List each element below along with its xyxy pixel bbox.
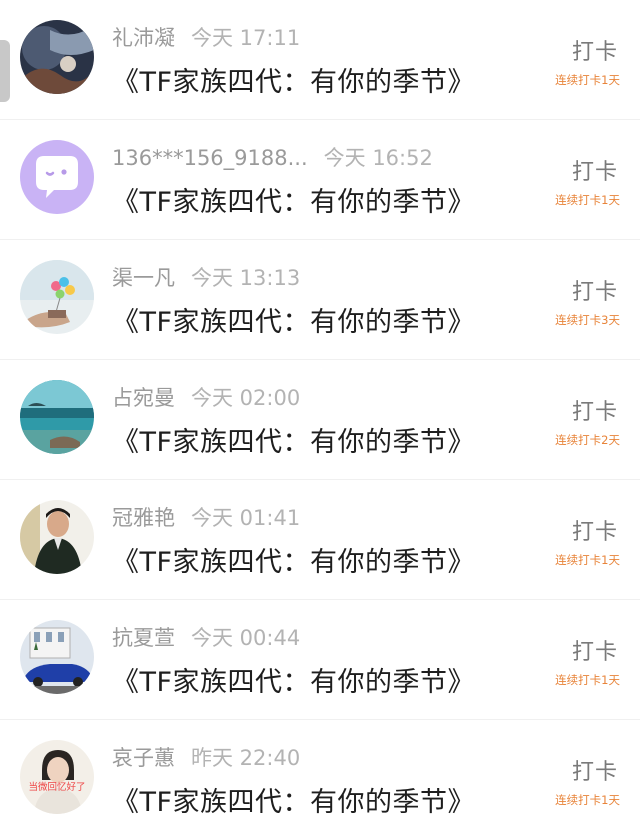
book-title[interactable]: 《TF家族四代：有你的季节》 [112, 660, 475, 699]
avatar[interactable] [20, 140, 94, 214]
book-title[interactable]: 《TF家族四代：有你的季节》 [112, 780, 475, 819]
chat-bubble-icon [20, 140, 94, 214]
user-name[interactable]: 渠一凡 [112, 266, 175, 290]
feed-row[interactable]: 渠一凡 今天 13:13 《TF家族四代：有你的季节》 打卡 连续打卡3天 [0, 240, 640, 360]
streak-badge: 连续打卡3天 [555, 313, 620, 327]
checkin-label[interactable]: 打卡 [572, 274, 618, 306]
streak-badge: 连续打卡1天 [555, 73, 620, 87]
book-title[interactable]: 《TF家族四代：有你的季节》 [112, 420, 475, 459]
feed-row[interactable]: 冠雅艳 今天 01:41 《TF家族四代：有你的季节》 打卡 连续打卡1天 [0, 480, 640, 600]
post-meta: 136***156_9188... 今天 16:52 [112, 142, 433, 172]
checkin-label[interactable]: 打卡 [572, 754, 618, 786]
post-time: 今天 02:00 [191, 386, 301, 410]
book-title[interactable]: 《TF家族四代：有你的季节》 [112, 300, 475, 339]
feed-row[interactable]: 占宛曼 今天 02:00 《TF家族四代：有你的季节》 打卡 连续打卡2天 [0, 360, 640, 480]
avatar[interactable] [20, 260, 94, 334]
streak-badge: 连续打卡2天 [555, 433, 620, 447]
feed-row[interactable]: 抗夏萱 今天 00:44 《TF家族四代：有你的季节》 打卡 连续打卡1天 [0, 600, 640, 720]
post-meta: 礼沛凝 今天 17:11 [112, 22, 300, 52]
post-meta: 抗夏萱 今天 00:44 [112, 622, 300, 652]
streak-badge: 连续打卡1天 [555, 793, 620, 807]
checkin-label[interactable]: 打卡 [572, 634, 618, 666]
avatar[interactable] [20, 620, 94, 694]
post-time: 今天 13:13 [191, 266, 301, 290]
post-meta: 渠一凡 今天 13:13 [112, 262, 300, 292]
post-time: 今天 00:44 [191, 626, 301, 650]
user-name[interactable]: 哀子蕙 [112, 746, 175, 770]
girl-portrait-icon: 当微回忆好了 [20, 740, 94, 814]
balloons-icon [20, 260, 94, 334]
avatar[interactable] [20, 20, 94, 94]
feed-row[interactable]: 礼沛凝 今天 17:11 《TF家族四代：有你的季节》 打卡 连续打卡1天 [0, 0, 640, 120]
feed-row[interactable]: 当微回忆好了 哀子蕙 昨天 22:40 《TF家族四代：有你的季节》 打卡 连续打… [0, 720, 640, 840]
user-name[interactable]: 136***156_9188... [112, 146, 308, 170]
checkin-feed: 礼沛凝 今天 17:11 《TF家族四代：有你的季节》 打卡 连续打卡1天 136… [0, 0, 640, 840]
seascape-icon [20, 380, 94, 454]
man-portrait-icon [20, 500, 94, 574]
user-name[interactable]: 抗夏萱 [112, 626, 175, 650]
user-name[interactable]: 冠雅艳 [112, 506, 175, 530]
feed-row[interactable]: 136***156_9188... 今天 16:52 《TF家族四代：有你的季节》… [0, 120, 640, 240]
streak-badge: 连续打卡1天 [555, 553, 620, 567]
post-meta: 哀子蕙 昨天 22:40 [112, 742, 300, 772]
book-title[interactable]: 《TF家族四代：有你的季节》 [112, 180, 475, 219]
streak-badge: 连续打卡1天 [555, 193, 620, 207]
checkin-label[interactable]: 打卡 [572, 154, 618, 186]
book-title[interactable]: 《TF家族四代：有你的季节》 [112, 540, 475, 579]
checkin-label[interactable]: 打卡 [572, 514, 618, 546]
user-name[interactable]: 礼沛凝 [112, 26, 175, 50]
post-time: 今天 17:11 [191, 26, 301, 50]
post-time: 今天 16:52 [323, 146, 433, 170]
avatar[interactable]: 当微回忆好了 [20, 740, 94, 814]
dark-art-avatar-icon [20, 20, 94, 94]
user-name[interactable]: 占宛曼 [112, 386, 175, 410]
book-title[interactable]: 《TF家族四代：有你的季节》 [112, 60, 475, 99]
checkin-label[interactable]: 打卡 [572, 394, 618, 426]
streak-badge: 连续打卡1天 [555, 673, 620, 687]
avatar[interactable] [20, 500, 94, 574]
post-meta: 冠雅艳 今天 01:41 [112, 502, 300, 532]
post-time: 今天 01:41 [191, 506, 301, 530]
post-time: 昨天 22:40 [191, 746, 301, 770]
avatar[interactable] [20, 380, 94, 454]
checkin-label[interactable]: 打卡 [572, 34, 618, 66]
post-meta: 占宛曼 今天 02:00 [112, 382, 300, 412]
blue-car-icon [20, 620, 94, 694]
avatar-caption: 当微回忆好了 [28, 781, 85, 793]
